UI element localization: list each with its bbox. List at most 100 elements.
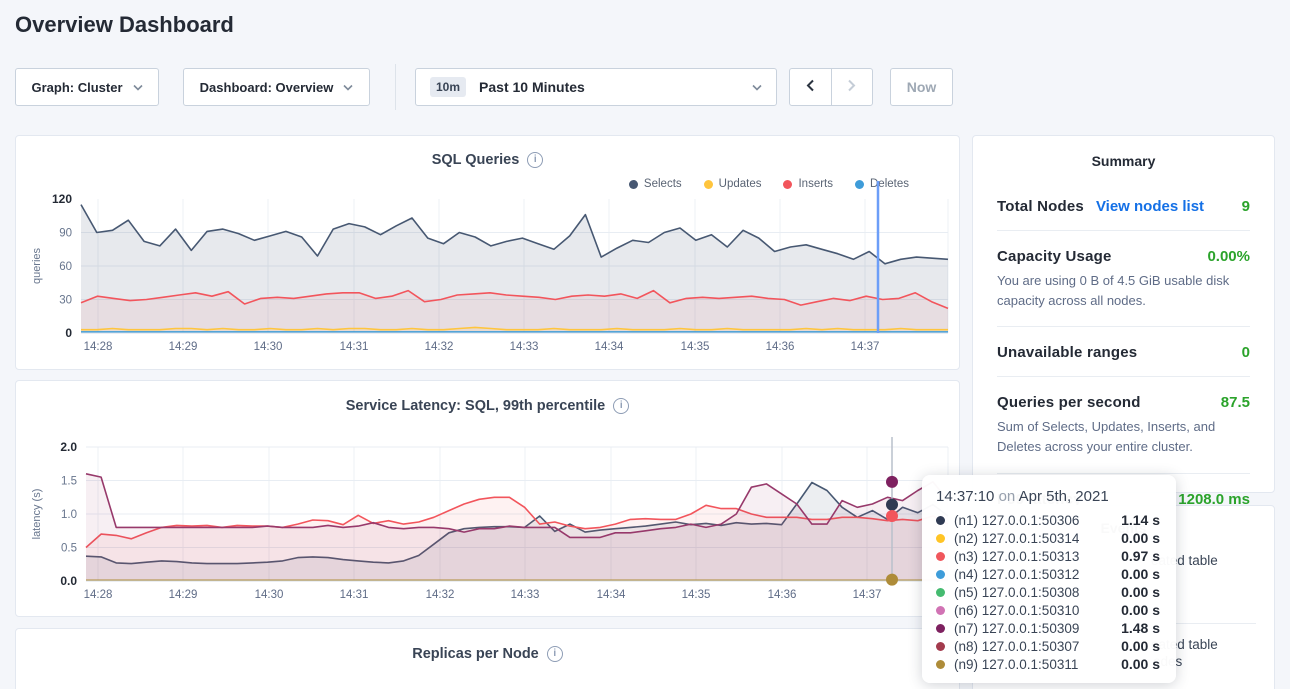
summary-row-total-nodes: Total Nodes View nodes list 9 (997, 181, 1250, 231)
tooltip-rows: (n1) 127.0.0.1:503061.14 s(n2) 127.0.0.1… (936, 511, 1162, 673)
node-latency-value: 0.00 s (1121, 656, 1162, 672)
svg-text:14:28: 14:28 (84, 589, 113, 601)
graph-dropdown[interactable]: Graph: Cluster (15, 68, 159, 106)
tooltip-node-row: (n5) 127.0.0.1:50308 0.00 s (936, 583, 1162, 601)
overview-dashboard-page: Overview Dashboard Graph: Cluster Dashbo… (0, 0, 1290, 689)
node-color-dot (936, 642, 945, 651)
summary-row-capacity: Capacity Usage 0.00% You are using 0 B o… (997, 231, 1250, 327)
node-latency-value: 0.97 s (1121, 548, 1162, 564)
dashboard-dropdown[interactable]: Dashboard: Overview (183, 68, 370, 106)
tooltip-node-row: (n7) 127.0.0.1:50309 1.48 s (936, 619, 1162, 637)
sql-queries-card: SQL Queries SelectsUpdatesInsertsDeletes… (15, 135, 960, 370)
node-color-dot (936, 660, 945, 669)
hover-point-dot (886, 574, 898, 586)
service-latency-card: Service Latency: SQL, 99th percentile 14… (15, 380, 960, 617)
node-color-dot (936, 516, 945, 525)
node-color-dot (936, 534, 945, 543)
qps-value: 87.5 (1221, 394, 1250, 411)
svg-text:1.5: 1.5 (61, 476, 77, 488)
svg-text:14:37: 14:37 (851, 341, 880, 353)
svg-text:14:35: 14:35 (682, 589, 711, 601)
svg-text:14:32: 14:32 (425, 341, 454, 353)
svg-text:14:29: 14:29 (169, 341, 198, 353)
hover-point-dot (886, 499, 898, 511)
controls-divider (395, 64, 396, 110)
tooltip-node-row: (n1) 127.0.0.1:50306 1.14 s (936, 511, 1162, 529)
node-color-dot (936, 552, 945, 561)
capacity-usage-value: 0.00% (1207, 248, 1250, 265)
tooltip-node-row: (n8) 127.0.0.1:50307 0.00 s (936, 637, 1162, 655)
qps-subtext: Sum of Selects, Updates, Inserts, and De… (997, 417, 1250, 457)
sql-queries-chart[interactable]: 14:2814:2914:3014:3114:3214:3314:3414:35… (16, 136, 959, 369)
svg-text:14:36: 14:36 (768, 589, 797, 601)
tooltip-node-row: (n3) 127.0.0.1:50313 0.97 s (936, 547, 1162, 565)
summary-row-unavailable-ranges: Unavailable ranges 0 (997, 327, 1250, 377)
svg-text:14:34: 14:34 (595, 341, 624, 353)
summary-panel: Summary Total Nodes View nodes list 9 Ca… (972, 135, 1275, 493)
node-address: (n6) 127.0.0.1:50310 (954, 603, 1079, 618)
node-address: (n1) 127.0.0.1:50306 (954, 513, 1079, 528)
node-color-dot (936, 624, 945, 633)
node-address: (n3) 127.0.0.1:50313 (954, 549, 1079, 564)
node-address: (n2) 127.0.0.1:50314 (954, 531, 1079, 546)
summary-heading: Summary (973, 153, 1274, 169)
time-range-badge: 10m (430, 77, 466, 97)
chevron-right-icon (847, 79, 856, 95)
tooltip-node-row: (n9) 127.0.0.1:50311 0.00 s (936, 655, 1162, 673)
node-color-dot (936, 588, 945, 597)
svg-text:14:36: 14:36 (766, 341, 795, 353)
hover-point-dot (886, 476, 898, 488)
svg-text:120: 120 (52, 192, 72, 206)
node-address: (n9) 127.0.0.1:50311 (954, 657, 1078, 672)
total-nodes-label: Total Nodes (997, 198, 1084, 215)
chart-hover-tooltip: 14:37:10 on Apr 5th, 2021 (n1) 127.0.0.1… (922, 475, 1176, 683)
replicas-per-node-card: Replicas per Node (15, 628, 960, 689)
node-latency-value: 0.00 s (1121, 638, 1162, 654)
svg-text:14:32: 14:32 (426, 589, 455, 601)
qps-label: Queries per second (997, 394, 1141, 411)
tooltip-node-row: (n6) 127.0.0.1:50310 0.00 s (936, 601, 1162, 619)
svg-text:14:28: 14:28 (84, 341, 113, 353)
node-address: (n5) 127.0.0.1:50308 (954, 585, 1079, 600)
total-nodes-value: 9 (1242, 198, 1250, 215)
tooltip-node-row: (n2) 127.0.0.1:503140.00 s (936, 529, 1162, 547)
page-title: Overview Dashboard (15, 12, 234, 38)
service-latency-chart[interactable]: 14:2814:2914:3014:3114:3214:3314:3414:35… (16, 381, 959, 616)
replicas-per-node-title: Replicas per Node (412, 646, 539, 662)
node-latency-value: 1.14 s (1121, 512, 1162, 528)
unavailable-ranges-value: 0 (1242, 344, 1250, 361)
time-range-picker[interactable]: 10m Past 10 Minutes (415, 68, 777, 106)
capacity-usage-label: Capacity Usage (997, 248, 1112, 265)
info-icon[interactable] (547, 646, 563, 662)
svg-text:1.0: 1.0 (61, 509, 77, 521)
now-button[interactable]: Now (890, 68, 953, 106)
next-range-button[interactable] (831, 69, 872, 105)
now-button-label: Now (907, 79, 937, 95)
svg-text:0.5: 0.5 (61, 543, 77, 555)
svg-text:14:35: 14:35 (681, 341, 710, 353)
node-latency-value: 0.00 s (1121, 566, 1162, 582)
dashboard-dropdown-label: Dashboard: Overview (200, 80, 334, 95)
svg-text:queries: queries (31, 247, 43, 284)
node-latency-value: 0.00 s (1121, 602, 1162, 618)
summary-row-qps: Queries per second 87.5 Sum of Selects, … (997, 377, 1250, 473)
node-latency-value: 0.00 s (1121, 584, 1162, 600)
svg-text:14:30: 14:30 (255, 589, 284, 601)
svg-text:14:33: 14:33 (511, 589, 540, 601)
node-address: (n7) 127.0.0.1:50309 (954, 621, 1079, 636)
svg-text:60: 60 (59, 261, 72, 273)
svg-text:0.0: 0.0 (60, 574, 77, 588)
node-address: (n8) 127.0.0.1:50307 (954, 639, 1079, 654)
prev-range-button[interactable] (790, 69, 831, 105)
node-latency-value: 1.48 s (1121, 620, 1162, 636)
graph-dropdown-label: Graph: Cluster (31, 80, 122, 95)
svg-text:14:30: 14:30 (254, 341, 283, 353)
view-nodes-list-link[interactable]: View nodes list (1096, 198, 1204, 215)
svg-text:14:37: 14:37 (853, 589, 882, 601)
svg-text:90: 90 (59, 228, 72, 240)
chevron-down-icon (343, 78, 353, 96)
svg-text:14:31: 14:31 (340, 341, 369, 353)
svg-text:0: 0 (65, 326, 72, 340)
unavailable-ranges-label: Unavailable ranges (997, 344, 1137, 361)
chevron-down-icon (133, 78, 143, 96)
